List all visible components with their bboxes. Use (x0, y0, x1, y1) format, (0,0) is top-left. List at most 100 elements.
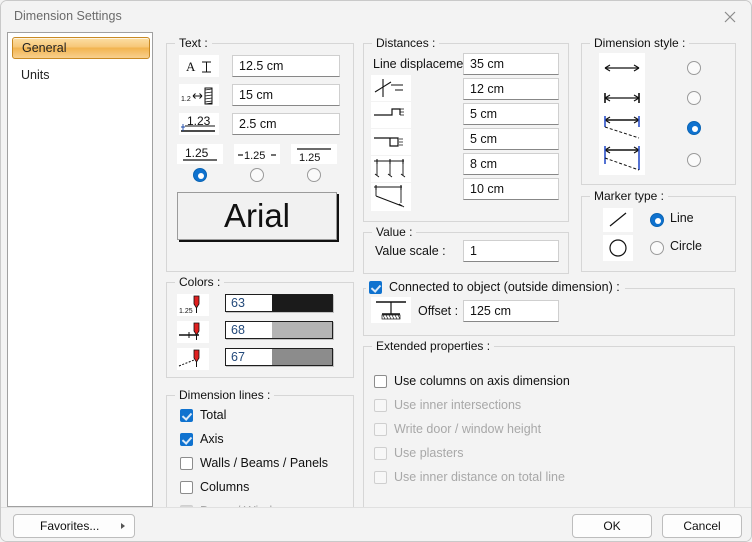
cancel-button[interactable]: Cancel (662, 514, 742, 538)
offset-label: Offset : (418, 304, 458, 318)
style-leader-one-side-icon (599, 113, 645, 143)
text-offset-icon: 1.23 (179, 113, 219, 135)
favorites-button-label: Favorites... (40, 519, 99, 533)
marker-type-radio-circle[interactable] (650, 241, 664, 255)
text-align-radio-inline[interactable] (250, 168, 264, 182)
checkbox-connected-box (369, 281, 382, 294)
color-aux-pen-icon (177, 348, 209, 370)
offset-value: 125 cm (470, 304, 511, 318)
chain-distance-input[interactable]: 8 cm (463, 153, 559, 175)
checkbox-use-plasters-label: Use plasters (394, 446, 463, 460)
value-group-title: Value : (372, 225, 416, 239)
checkbox-use-inner-intersections-box (374, 399, 387, 412)
checkbox-write-door-window-height: Write door / window height (374, 422, 541, 436)
opening-distance-icon (371, 129, 411, 155)
color-aux-preview (272, 349, 332, 365)
style-leader-both-sides-icon (599, 143, 645, 175)
offset-input[interactable]: 125 cm (463, 300, 559, 322)
style-ticked-arrows-icon (599, 83, 645, 113)
window-title: Dimension Settings (14, 9, 122, 23)
checkbox-use-inner-distance-label: Use inner distance on total line (394, 470, 565, 484)
checkbox-axis-box (180, 433, 193, 446)
checkbox-columns[interactable]: Columns (180, 480, 249, 494)
checkbox-use-columns-box (374, 375, 387, 388)
color-aux-swatch[interactable]: 67 (225, 348, 333, 366)
checkbox-axis-label: Axis (200, 432, 224, 446)
font-preview-button[interactable]: Arial (177, 192, 337, 240)
dimension-style-radio-1[interactable] (687, 61, 701, 75)
checkbox-use-inner-distance-box (374, 471, 387, 484)
opening-distance-value: 5 cm (470, 132, 497, 146)
checkbox-use-columns-on-axis[interactable]: Use columns on axis dimension (374, 374, 570, 388)
dimension-style-radio-4[interactable] (687, 153, 701, 167)
text-height-input[interactable]: 12.5 cm (232, 55, 340, 77)
text-spacing-value: 15 cm (239, 88, 273, 102)
svg-text:A: A (186, 59, 196, 74)
checkbox-columns-box (180, 481, 193, 494)
sidebar-item-general[interactable]: General (12, 37, 150, 59)
checkbox-connected-to-object[interactable]: Connected to object (outside dimension) … (366, 280, 625, 294)
dimension-style-radio-3[interactable] (687, 121, 701, 135)
dimension-settings-dialog: Dimension Settings General Units Text : … (0, 0, 752, 542)
checkbox-write-door-window-height-box (374, 423, 387, 436)
dimension-style-radio-2[interactable] (687, 91, 701, 105)
color-line-swatch[interactable]: 68 (225, 321, 333, 339)
color-text-number: 63 (226, 295, 272, 311)
axis-distance-input[interactable]: 12 cm (463, 78, 559, 100)
axis-distance-value: 12 cm (470, 82, 504, 96)
wall-distance-value: 5 cm (470, 107, 497, 121)
settings-panel: Text : A 12.5 cm 1.2 15 cm 1.23 (153, 32, 747, 507)
checkbox-walls-beams-panels-label: Walls / Beams / Panels (200, 456, 328, 470)
checkbox-use-inner-intersections-label: Use inner intersections (394, 398, 521, 412)
checkbox-walls-beams-panels-box (180, 457, 193, 470)
wall-distance-input[interactable]: 5 cm (463, 103, 559, 125)
line-displacement-input[interactable]: 35 cm (463, 53, 559, 75)
value-scale-label: Value scale : (375, 244, 446, 258)
underline-text-icon: 1.25 (177, 144, 223, 164)
color-line-preview (272, 322, 332, 338)
sidebar-item-units[interactable]: Units (12, 64, 150, 86)
svg-text:1.25: 1.25 (179, 308, 193, 315)
checkbox-use-plasters-box (374, 447, 387, 460)
checkbox-walls-beams-panels[interactable]: Walls / Beams / Panels (180, 456, 328, 470)
checkbox-use-plasters: Use plasters (374, 446, 463, 460)
color-text-preview (272, 295, 332, 311)
checkbox-total[interactable]: Total (180, 408, 226, 422)
oblique-distance-input[interactable]: 10 cm (463, 178, 559, 200)
color-line-number: 68 (226, 322, 272, 338)
ok-button-label: OK (603, 519, 620, 533)
axis-cross-distance-icon (371, 75, 411, 101)
ok-button[interactable]: OK (572, 514, 652, 538)
color-text-swatch[interactable]: 63 (225, 294, 333, 312)
color-line-pen-icon (177, 321, 209, 343)
colors-group-title: Colors : (175, 275, 224, 289)
text-spacing-input[interactable]: 15 cm (232, 84, 340, 106)
text-offset-value: 2.5 cm (239, 117, 277, 131)
marker-type-radio-line[interactable] (650, 213, 664, 227)
checkbox-columns-label: Columns (200, 480, 249, 494)
text-group-title: Text : (175, 36, 212, 50)
overline-text-icon: 1.25 (291, 144, 337, 164)
wall-end-distance-icon (371, 102, 411, 128)
text-offset-input[interactable]: 2.5 cm (232, 113, 340, 135)
favorites-button[interactable]: Favorites... (13, 514, 135, 538)
svg-text:1.25: 1.25 (299, 152, 320, 164)
value-scale-input[interactable]: 1 (463, 240, 559, 262)
checkbox-connected-label: Connected to object (outside dimension) … (389, 280, 620, 294)
marker-type-title: Marker type : (590, 189, 668, 203)
dialog-footer: Favorites... OK Cancel (1, 507, 752, 542)
checkbox-use-columns-label: Use columns on axis dimension (394, 374, 570, 388)
category-list[interactable]: General Units (7, 32, 153, 507)
close-icon (724, 11, 736, 23)
style-plain-arrows-icon (599, 53, 645, 83)
marker-circle-icon (603, 235, 633, 261)
marker-type-circle-label: Circle (670, 239, 702, 253)
text-align-radio-above[interactable] (307, 168, 321, 182)
marker-type-line-label: Line (670, 211, 694, 225)
opening-distance-input[interactable]: 5 cm (463, 128, 559, 150)
checkbox-axis[interactable]: Axis (180, 432, 224, 446)
close-button[interactable] (707, 1, 752, 32)
text-align-radio-below[interactable] (193, 168, 207, 182)
title-bar: Dimension Settings (1, 1, 752, 32)
distances-group-title: Distances : (372, 36, 439, 50)
